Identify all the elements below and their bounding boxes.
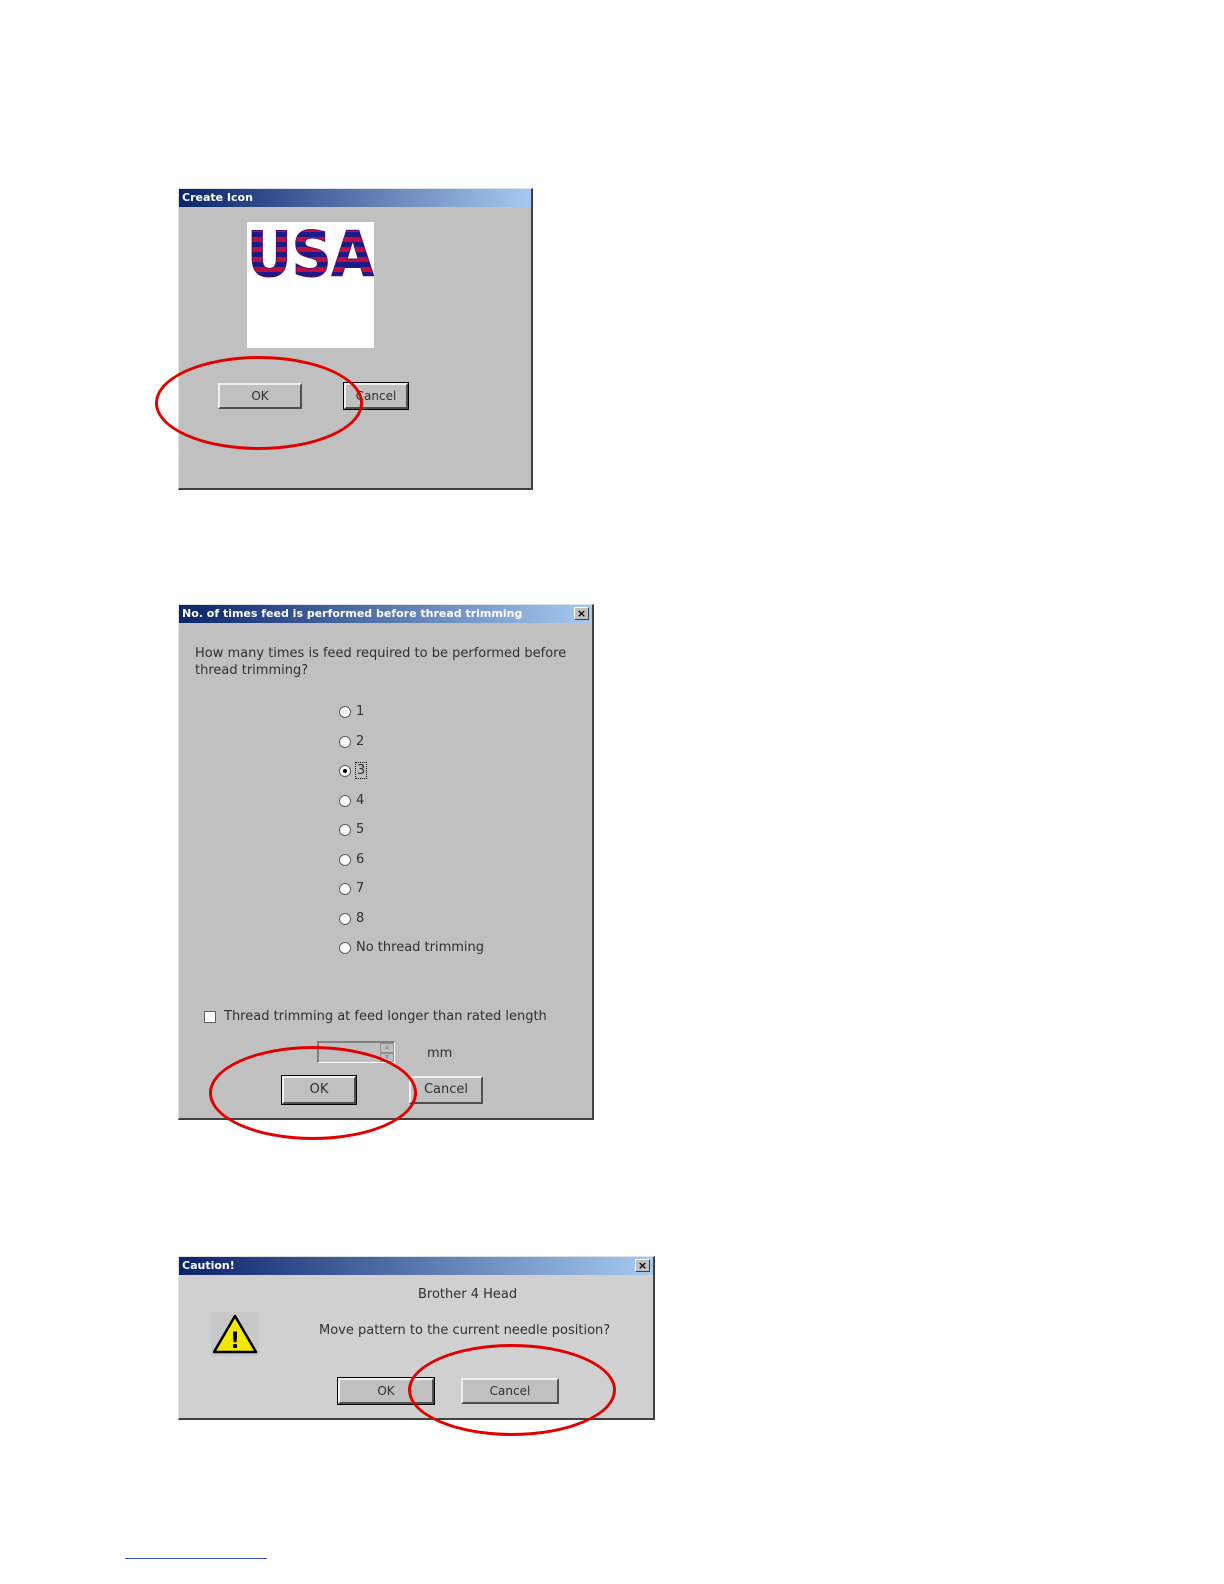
feed-count-title: No. of times feed is performed before th… bbox=[182, 607, 523, 620]
caution-message: Move pattern to the current needle posit… bbox=[319, 1323, 611, 1338]
create-icon-ok-button[interactable]: OK bbox=[218, 383, 302, 409]
spinner-up-icon[interactable]: ▲ bbox=[380, 1043, 394, 1053]
usa-logo-text: USA bbox=[247, 222, 374, 282]
feed-option-radio-9[interactable] bbox=[339, 942, 351, 954]
ok-label: OK bbox=[309, 1082, 329, 1097]
warning-icon: ! bbox=[211, 1312, 259, 1356]
feed-option-radio-6[interactable] bbox=[339, 853, 351, 866]
feed-option-label-7: 7 bbox=[356, 881, 365, 896]
feed-option-radio-5[interactable] bbox=[339, 824, 351, 836]
rated-length-spinner[interactable]: ▲ ▼ bbox=[317, 1041, 395, 1063]
feed-option-radio-3[interactable] bbox=[339, 765, 351, 777]
feed-ok-button[interactable]: OK bbox=[281, 1075, 357, 1105]
feed-question-line1: How many times is feed required to be pe… bbox=[195, 646, 567, 661]
feed-close-button[interactable]: × bbox=[574, 607, 589, 620]
caution-ok-button[interactable]: OK bbox=[337, 1377, 435, 1405]
feed-option-label-2: 2 bbox=[356, 733, 365, 749]
feed-option-label-1: 1 bbox=[356, 704, 365, 719]
feed-option-label-6: 6 bbox=[356, 851, 365, 867]
feed-radio-group: 1 2 3 4 5 6 7 8 No thread trimming bbox=[339, 704, 579, 965]
caution-dialog: Caution! × ! Brother 4 Head Move pattern… bbox=[178, 1256, 655, 1420]
feed-count-dialog: No. of times feed is performed before th… bbox=[178, 604, 594, 1120]
rated-length-unit: mm bbox=[427, 1046, 453, 1061]
close-icon: × bbox=[576, 607, 587, 620]
create-icon-title: Create Icon bbox=[182, 191, 253, 204]
close-icon: × bbox=[637, 1259, 648, 1272]
feed-option-label-5: 5 bbox=[356, 822, 365, 837]
caution-close-button[interactable]: × bbox=[635, 1259, 650, 1272]
cancel-label: Cancel bbox=[489, 1384, 531, 1398]
caution-titlebar[interactable]: Caution! × bbox=[179, 1257, 653, 1275]
feed-option-label-8: 8 bbox=[356, 910, 365, 926]
ok-label: OK bbox=[251, 389, 269, 403]
feed-option-label-3: 3 bbox=[354, 762, 368, 779]
feed-count-titlebar[interactable]: No. of times feed is performed before th… bbox=[179, 605, 592, 623]
usa-logo-icon: USA bbox=[247, 218, 375, 292]
create-icon-cancel-button[interactable]: Cancel bbox=[343, 382, 409, 410]
spinner-buttons[interactable]: ▲ ▼ bbox=[380, 1043, 394, 1062]
cancel-label: Cancel bbox=[423, 1082, 469, 1097]
feed-question-line2: thread trimming? bbox=[195, 663, 309, 678]
feed-option-radio-4[interactable] bbox=[339, 794, 351, 807]
caution-heading: Brother 4 Head bbox=[418, 1287, 518, 1302]
feed-option-radio-7[interactable] bbox=[339, 883, 351, 895]
create-icon-titlebar[interactable]: Create Icon bbox=[179, 189, 531, 207]
feed-option-label-4: 4 bbox=[356, 792, 365, 808]
create-icon-dialog: Create Icon USA OK Cancel bbox=[178, 188, 533, 490]
thread-trimming-checkbox[interactable] bbox=[204, 1011, 216, 1023]
thread-trimming-checkbox-label: Thread trimming at feed longer than rate… bbox=[224, 1009, 547, 1024]
footer-link-line bbox=[125, 1558, 267, 1559]
icon-preview: USA bbox=[247, 218, 375, 348]
caution-cancel-button[interactable]: Cancel bbox=[461, 1378, 559, 1404]
cancel-label: Cancel bbox=[355, 389, 397, 403]
feed-option-label-9: No thread trimming bbox=[356, 940, 485, 955]
feed-option-radio-8[interactable] bbox=[339, 912, 351, 925]
feed-option-radio-1[interactable] bbox=[339, 706, 351, 718]
caution-title: Caution! bbox=[182, 1259, 235, 1272]
spinner-down-icon[interactable]: ▼ bbox=[380, 1052, 394, 1062]
warning-glyph: ! bbox=[230, 1329, 240, 1354]
ok-label: OK bbox=[377, 1384, 395, 1398]
feed-cancel-button[interactable]: Cancel bbox=[409, 1076, 483, 1104]
feed-option-radio-2[interactable] bbox=[339, 735, 351, 748]
